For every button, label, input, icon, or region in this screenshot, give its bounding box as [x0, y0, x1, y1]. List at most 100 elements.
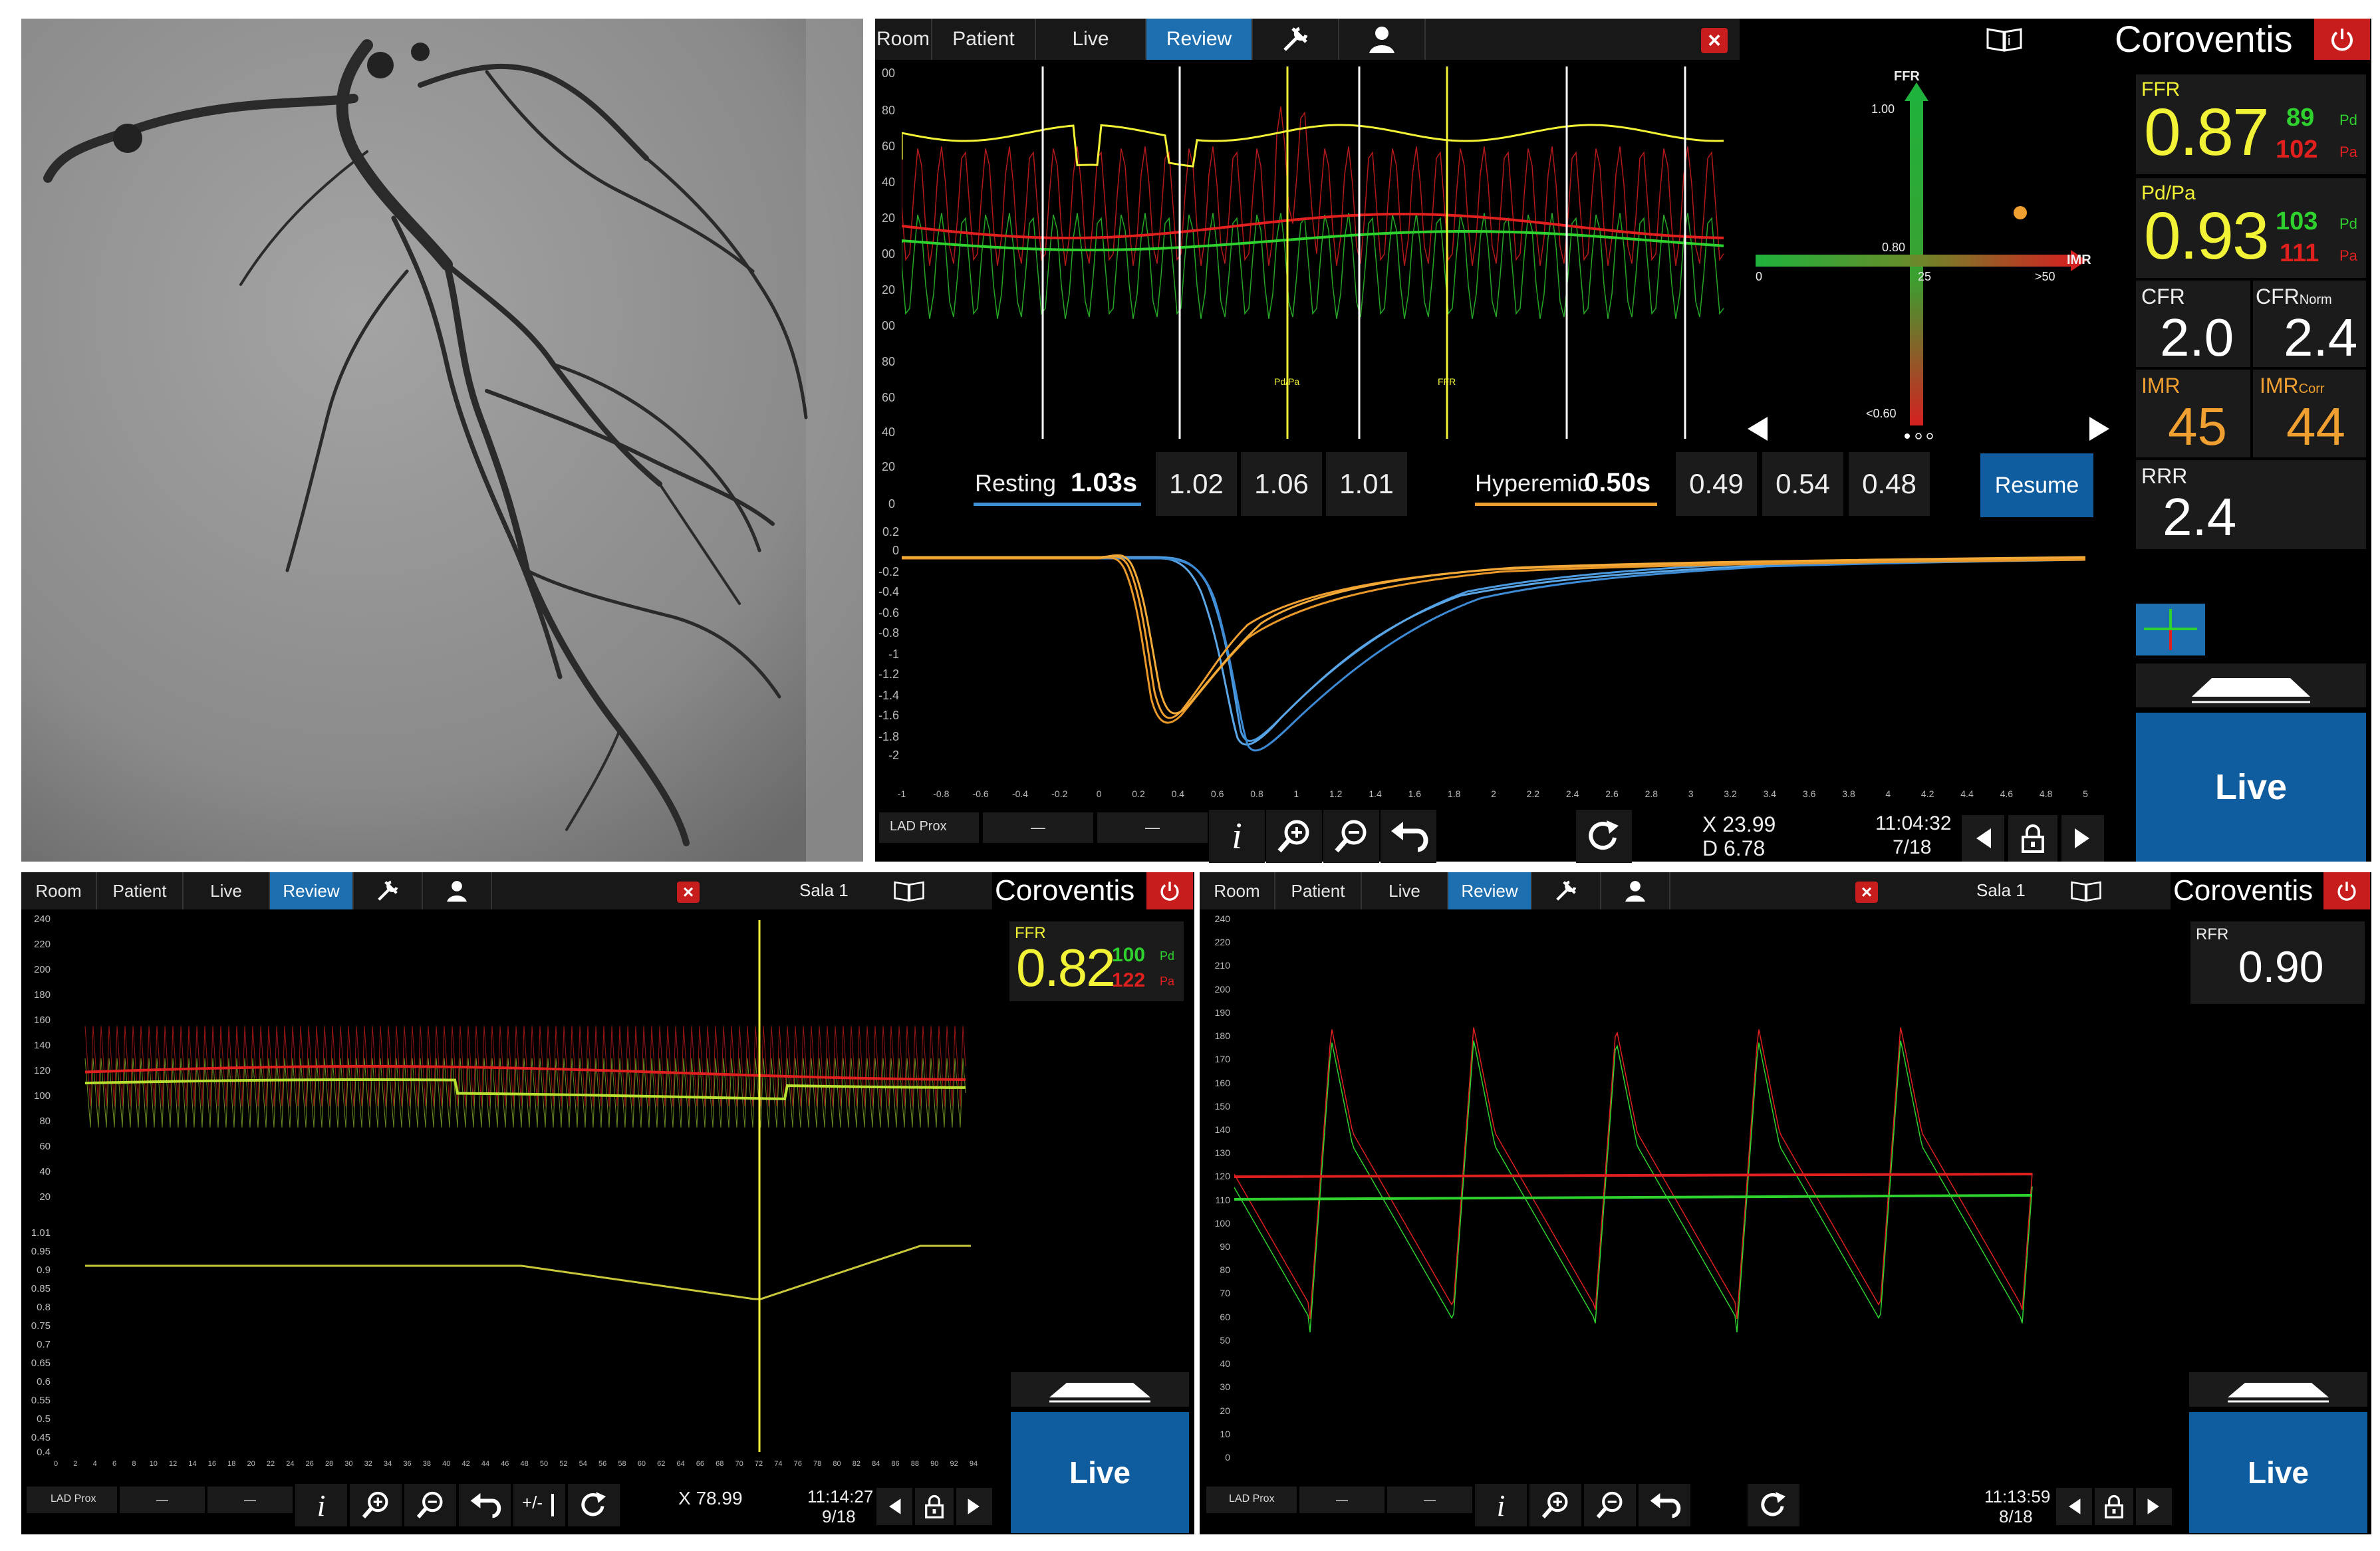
thermo-x-tick: 3 — [1688, 788, 1694, 799]
dash-select-2[interactable]: — — [1097, 812, 1208, 843]
br-y-tick: 10 — [1220, 1428, 1230, 1439]
bl-dash-select-1[interactable]: — — [120, 1487, 205, 1513]
quadrant-next-icon[interactable] — [2089, 417, 2109, 441]
quadrant-imr-right: >50 — [2035, 270, 2055, 283]
bl-live-button[interactable]: Live — [1011, 1412, 1189, 1533]
bl-prev-button[interactable] — [876, 1488, 912, 1525]
br-live-button[interactable]: Live — [2189, 1412, 2367, 1533]
br-prev-button[interactable] — [2056, 1488, 2092, 1525]
resume-button[interactable]: Resume — [1980, 453, 2093, 517]
zoom-in-icon[interactable] — [1266, 810, 1322, 863]
bl-info-icon[interactable]: i — [295, 1484, 347, 1526]
bl-next-button[interactable] — [956, 1488, 992, 1525]
bl-lock-button[interactable] — [915, 1488, 954, 1525]
angiogram-panel — [21, 19, 863, 862]
br-zoom-out-icon[interactable] — [1584, 1484, 1636, 1526]
thermo-x-tick: 1 — [1293, 788, 1299, 799]
page-dot-2[interactable] — [1915, 433, 1922, 439]
bl-x-tick: 14 — [188, 1460, 197, 1468]
location-select[interactable]: LAD Prox — [879, 812, 979, 843]
bl-undo-icon[interactable] — [459, 1484, 511, 1526]
quadrant-thumbnail-icon[interactable] — [2136, 604, 2205, 656]
top-expand-handle[interactable] — [2136, 663, 2366, 707]
bl-manual-book-icon[interactable] — [891, 876, 927, 905]
imr-value: 45 — [2168, 397, 2227, 456]
br-location-select[interactable]: LAD Prox — [1206, 1487, 1297, 1513]
page-dot-3[interactable] — [1926, 433, 1933, 439]
thermo-x-tick: 4.2 — [1920, 788, 1934, 799]
br-close-button[interactable]: × — [1855, 882, 1878, 903]
bl-date: 9/18 — [822, 1506, 856, 1526]
d-readout: D 6.78 — [1702, 836, 1766, 860]
bl-x-tick: 42 — [462, 1460, 470, 1468]
top-next-button[interactable] — [2061, 815, 2104, 862]
bl-user-icon[interactable] — [423, 872, 492, 909]
tab-review[interactable]: Review — [1146, 19, 1253, 60]
bl-x-tick: 54 — [579, 1460, 587, 1468]
bl-close-button[interactable]: × — [677, 882, 700, 903]
br-tab-review[interactable]: Review — [1448, 872, 1532, 909]
br-power-button[interactable] — [2323, 872, 2370, 909]
thermo-x-tick: 3.4 — [1763, 788, 1777, 799]
br-tab-room[interactable]: Room — [1200, 872, 1275, 909]
br-info-icon[interactable]: i — [1475, 1484, 1527, 1526]
br-undo-icon[interactable] — [1639, 1484, 1690, 1526]
imrcorr-label-sub: Corr — [2298, 382, 2325, 396]
page-dot-1[interactable] — [1905, 433, 1910, 439]
user-icon[interactable] — [1339, 19, 1426, 60]
tab-patient[interactable]: Patient — [932, 19, 1036, 60]
bl-plus-minus-icon[interactable]: +/- — [513, 1484, 565, 1526]
br-manual-book-icon[interactable] — [2068, 876, 2104, 905]
thermo-y-axis: 0.2 0 -0.2 -0.4 -0.6 -0.8 -1 -1.2 -1.4 -… — [878, 525, 899, 762]
undo-icon[interactable] — [1381, 810, 1436, 863]
info-icon[interactable]: i — [1209, 810, 1265, 863]
thermo-x-tick: 3.2 — [1724, 788, 1737, 799]
br-dash-select-2[interactable]: — — [1387, 1487, 1472, 1513]
br-lock-button[interactable] — [2095, 1488, 2133, 1525]
br-next-button[interactable] — [2136, 1488, 2172, 1525]
refresh-icon[interactable] — [1576, 810, 1632, 863]
top-live-button[interactable]: Live — [2136, 713, 2366, 862]
bl-zoom-in-icon[interactable] — [350, 1484, 402, 1526]
br-y-tick: 60 — [1220, 1311, 1230, 1322]
bl-x-tick: 70 — [735, 1460, 743, 1468]
bl-x-tick: 66 — [696, 1460, 705, 1468]
ffr-pa-label: Pa — [2339, 144, 2357, 160]
bl-lower-y-axis: 1.01 0.95 0.9 0.85 0.8 0.75 0.7 0.65 0.6… — [31, 1227, 51, 1458]
tab-live[interactable]: Live — [1036, 19, 1146, 60]
br-tab-patient[interactable]: Patient — [1275, 872, 1362, 909]
top-power-button[interactable] — [2314, 19, 2370, 60]
bl-expand-handle[interactable] — [1011, 1372, 1189, 1407]
br-refresh-icon[interactable] — [1748, 1484, 1799, 1526]
top-prev-button[interactable] — [1962, 815, 2004, 862]
cfrnorm-value: 2.4 — [2284, 308, 2358, 367]
br-user-icon[interactable] — [1601, 872, 1670, 909]
thermo-x-tick: 0.6 — [1210, 788, 1224, 799]
br-dash-select-1[interactable]: — — [1299, 1487, 1385, 1513]
bl-zoom-out-icon[interactable] — [404, 1484, 456, 1526]
bl-location-select[interactable]: LAD Prox — [27, 1487, 117, 1513]
quadrant-prev-icon[interactable] — [1748, 417, 1768, 441]
bl-dash-select-2[interactable]: — — [207, 1487, 293, 1513]
tools-icon[interactable] — [1253, 19, 1339, 60]
br-tools-icon[interactable] — [1532, 872, 1601, 909]
bl-x-tick: 24 — [286, 1460, 295, 1468]
top-close-button[interactable]: × — [1701, 28, 1728, 53]
bl-tab-patient[interactable]: Patient — [97, 872, 184, 909]
dash-select-1[interactable]: — — [983, 812, 1093, 843]
bl-power-button[interactable] — [1146, 872, 1193, 909]
bl-tab-room[interactable]: Room — [21, 872, 97, 909]
manual-book-icon[interactable]: i — [1984, 24, 2024, 55]
top-lock-button[interactable] — [2008, 815, 2057, 862]
bl-tab-review[interactable]: Review — [270, 872, 354, 909]
br-expand-handle[interactable] — [2189, 1372, 2367, 1407]
resting-curve-1 — [902, 556, 2085, 742]
br-tab-live[interactable]: Live — [1362, 872, 1448, 909]
zoom-out-icon[interactable] — [1323, 810, 1379, 863]
bl-tab-live[interactable]: Live — [184, 872, 270, 909]
tab-room[interactable]: Room — [875, 19, 932, 60]
thermo-x-tick: 2.2 — [1526, 788, 1540, 799]
bl-tools-icon[interactable] — [354, 872, 423, 909]
br-zoom-in-icon[interactable] — [1529, 1484, 1581, 1526]
bl-refresh-icon[interactable] — [568, 1484, 620, 1526]
